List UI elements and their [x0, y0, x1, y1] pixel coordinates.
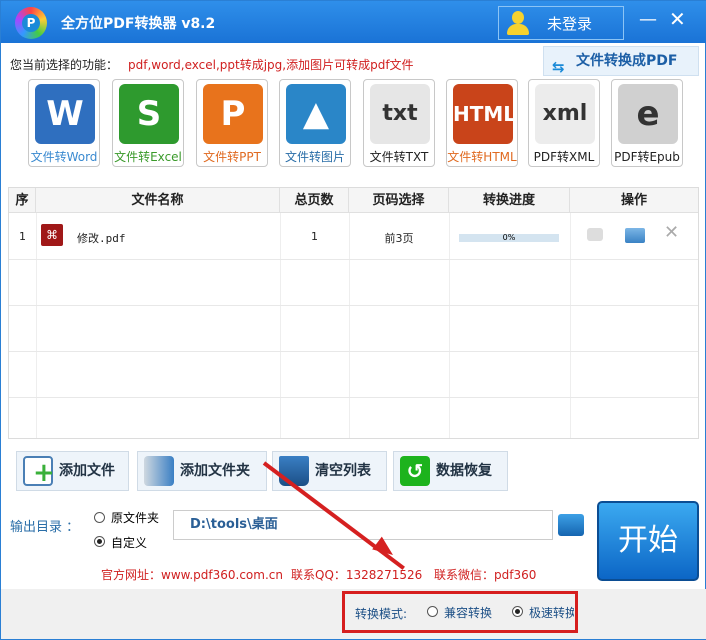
function-icon: W: [35, 84, 95, 144]
radio-custom[interactable]: [94, 536, 105, 547]
row-progress-bar: 0%: [459, 233, 559, 242]
add-folder-icon: [144, 456, 174, 486]
col-header-actions: 操作: [570, 188, 698, 213]
function-4-button[interactable]: txt 文件转TXT: [363, 79, 435, 167]
function-icon: e: [618, 84, 678, 144]
app-logo-icon: P: [15, 7, 47, 39]
function-label: 文件转图片: [284, 150, 345, 164]
current-function-label: 您当前选择的功能：: [10, 58, 119, 72]
pdf-file-icon: ⌘: [41, 224, 63, 246]
convert-to-pdf-button[interactable]: ⇆ 文件转换成PDF: [543, 46, 699, 76]
delete-icon[interactable]: ✕: [664, 222, 679, 243]
file-table: 序 文件名称 总页数 页码选择 转换进度 操作 1 ⌘ 修改.pdf 1 前3页…: [8, 187, 699, 439]
function-icon: ▲: [286, 84, 346, 144]
trash-icon: [279, 456, 309, 486]
radio-original-folder[interactable]: [94, 512, 105, 523]
function-label: 文件转Word: [30, 150, 98, 164]
function-5-button[interactable]: HTML 文件转HTML: [446, 79, 518, 167]
open-file-icon[interactable]: [587, 228, 603, 241]
radio-original-folder-label[interactable]: 原文件夹: [111, 509, 159, 526]
row-pages: 1: [311, 230, 318, 243]
function-label: 文件转PPT: [203, 150, 261, 164]
function-1-button[interactable]: S 文件转Excel: [112, 79, 184, 167]
add-file-button[interactable]: + 添加文件: [16, 451, 129, 491]
official-site: 官方网址：www.pdf360.com.cn: [101, 568, 283, 582]
col-header-range: 页码选择: [349, 188, 449, 213]
function-label: PDF转Epub: [614, 150, 680, 164]
add-file-icon: +: [23, 456, 55, 486]
data-recovery-button[interactable]: ↺ 数据恢复: [393, 451, 508, 491]
function-icon: HTML: [453, 84, 516, 144]
current-function-value: pdf,word,excel,ppt转成jpg,添加图片可转成pdf文件: [128, 58, 414, 72]
app-title: 全方位PDF转换器 v8.2: [61, 16, 216, 32]
col-header-name: 文件名称: [36, 188, 280, 213]
function-label: 文件转Excel: [114, 150, 182, 164]
minimize-button[interactable]: —: [639, 9, 657, 30]
function-icon: txt: [370, 84, 430, 144]
open-folder-icon[interactable]: [625, 228, 645, 243]
output-dir-label: 输出目录 ：: [10, 520, 80, 535]
function-6-button[interactable]: xml PDF转XML: [528, 79, 600, 167]
col-header-progress: 转换进度: [449, 188, 570, 213]
function-7-button[interactable]: e PDF转Epub: [611, 79, 683, 167]
mode-label: 转换模式:: [355, 607, 408, 621]
col-header-index: 序: [9, 188, 36, 213]
start-button[interactable]: 开始: [597, 501, 699, 581]
swap-arrows-icon: ⇆: [552, 58, 565, 76]
recovery-icon: ↺: [400, 456, 430, 486]
radio-fast[interactable]: [512, 606, 523, 617]
row-filename: 修改.pdf: [77, 232, 126, 245]
contact-wechat: 联系微信：pdf360: [434, 568, 537, 582]
radio-compatible-label[interactable]: 兼容转换: [444, 604, 492, 621]
function-label: 文件转TXT: [369, 150, 429, 164]
close-button[interactable]: ✕: [669, 7, 686, 31]
function-label: PDF转XML: [533, 150, 595, 164]
row-range-select[interactable]: 前3页: [349, 230, 449, 246]
function-3-button[interactable]: ▲ 文件转图片: [279, 79, 351, 167]
row-index: 1: [19, 230, 26, 243]
function-2-button[interactable]: P 文件转PPT: [196, 79, 268, 167]
function-0-button[interactable]: W 文件转Word: [28, 79, 100, 167]
radio-fast-label[interactable]: 极速转换: [529, 604, 574, 621]
function-icon: S: [119, 84, 179, 144]
function-icon: P: [203, 84, 263, 144]
function-icon: xml: [535, 84, 595, 144]
function-label: 文件转HTML: [447, 150, 517, 164]
user-avatar-icon: [507, 11, 529, 35]
col-header-pages: 总页数: [280, 188, 349, 213]
login-button[interactable]: 未登录: [498, 6, 624, 40]
browse-folder-icon[interactable]: [558, 514, 584, 536]
add-folder-button[interactable]: 添加文件夹: [137, 451, 267, 491]
radio-compatible[interactable]: [427, 606, 438, 617]
radio-custom-label[interactable]: 自定义: [111, 534, 147, 551]
